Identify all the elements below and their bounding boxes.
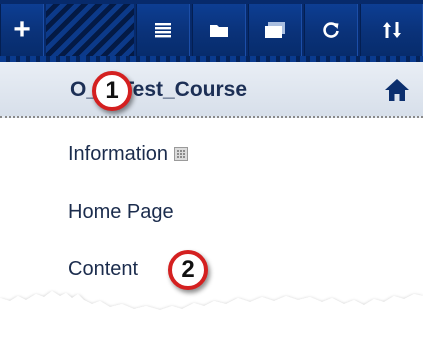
menu-item-home-page[interactable]: Home Page xyxy=(68,201,174,224)
sort-icon xyxy=(382,22,401,38)
list-view-icon xyxy=(155,23,171,38)
sort-button[interactable] xyxy=(360,4,423,56)
callout-badge-1: 1 xyxy=(92,71,132,111)
course-menu-screenshot: + O_k_Test_Course Information Home Page … xyxy=(0,0,423,339)
list-view-button[interactable] xyxy=(136,4,190,56)
window-icon xyxy=(265,22,285,38)
course-toolbar: + xyxy=(0,0,423,62)
context-menu-icon[interactable] xyxy=(174,147,189,161)
menu-item-label: Information xyxy=(68,143,169,165)
refresh-icon xyxy=(323,22,339,38)
window-button[interactable] xyxy=(248,4,302,56)
refresh-button[interactable] xyxy=(304,4,358,56)
course-header[interactable]: O_k_Test_Course xyxy=(0,62,423,118)
torn-paper-edge xyxy=(0,291,423,339)
callout-number: 1 xyxy=(105,77,119,104)
menu-item-label: Home Page xyxy=(68,201,174,223)
folder-button[interactable] xyxy=(192,4,246,56)
callout-number: 2 xyxy=(181,256,195,283)
home-icon[interactable] xyxy=(384,78,410,102)
menu-item-label: Content xyxy=(68,258,139,280)
toolbar-pattern xyxy=(46,4,134,56)
menu-item-content[interactable]: Content xyxy=(68,258,138,281)
add-label: + xyxy=(13,13,31,46)
add-button[interactable]: + xyxy=(0,4,44,56)
menu-item-information[interactable]: Information xyxy=(68,143,189,166)
folder-icon xyxy=(210,25,228,37)
